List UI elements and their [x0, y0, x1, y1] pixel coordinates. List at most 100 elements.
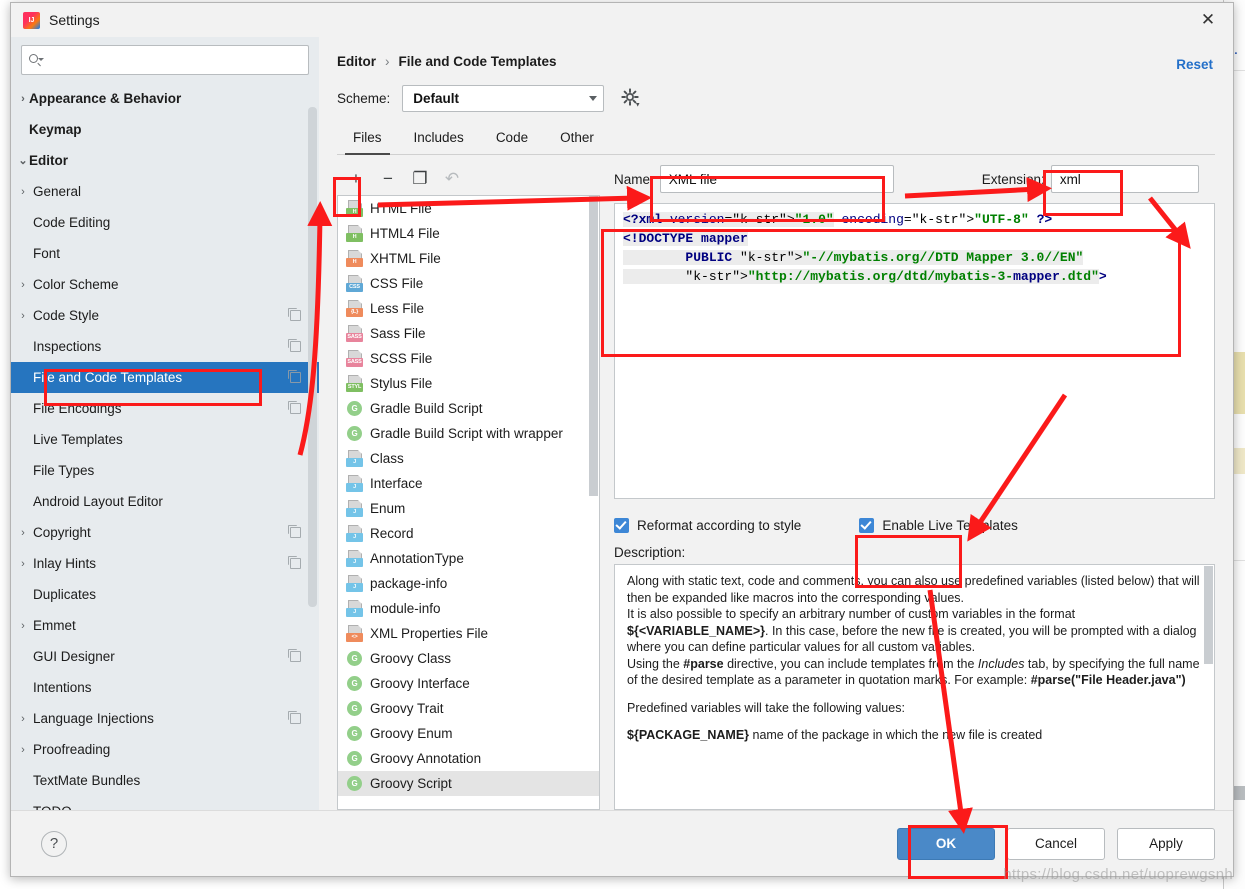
copy-settings-icon[interactable]: [288, 308, 301, 321]
sidebar-item-emmet[interactable]: › Emmet: [11, 610, 319, 641]
list-item[interactable]: H XHTML File: [338, 246, 599, 271]
scheme-dropdown[interactable]: Default: [402, 84, 605, 112]
search-input[interactable]: [47, 51, 301, 69]
tab-code[interactable]: Code: [480, 130, 544, 154]
chevron-down-icon[interactable]: ⌄: [17, 154, 29, 167]
sidebar-item-live-templates[interactable]: Live Templates: [11, 424, 319, 455]
sidebar-item-inlay-hints[interactable]: › Inlay Hints: [11, 548, 319, 579]
sidebar-item-intentions[interactable]: Intentions: [11, 672, 319, 703]
chevron-right-icon[interactable]: ›: [17, 310, 29, 322]
sidebar-item-android-layout-editor[interactable]: Android Layout Editor: [11, 486, 319, 517]
list-item[interactable]: H HTML4 File: [338, 221, 599, 246]
list-item[interactable]: H HTML File: [338, 196, 599, 221]
tab-includes[interactable]: Includes: [398, 130, 480, 154]
chevron-right-icon[interactable]: ›: [17, 527, 29, 539]
chevron-right-icon[interactable]: ›: [17, 620, 29, 632]
list-item[interactable]: G Gradle Build Script: [338, 396, 599, 421]
settings-tree[interactable]: › Appearance & Behavior Keymap ⌄ Editor › Gene…: [11, 81, 319, 810]
template-code-editor[interactable]: <?xml version="k-str">"1.0" encoding="k-…: [614, 203, 1215, 499]
sidebar-item-appearance-behavior[interactable]: › Appearance & Behavior: [11, 83, 319, 114]
list-item[interactable]: Jpackage-info: [338, 571, 599, 596]
name-label: Name:: [614, 171, 654, 187]
tab-files[interactable]: Files: [337, 130, 398, 155]
list-item[interactable]: J Interface: [338, 471, 599, 496]
chevron-right-icon[interactable]: ›: [17, 93, 29, 105]
sidebar-item-file-encodings[interactable]: File Encodings: [11, 393, 319, 424]
list-item[interactable]: G Groovy Interface: [338, 671, 599, 696]
sidebar-item-editor[interactable]: ⌄ Editor: [11, 145, 319, 176]
list-item[interactable]: G Groovy Trait: [338, 696, 599, 721]
chevron-right-icon[interactable]: ›: [17, 186, 29, 198]
list-item[interactable]: G Groovy Enum: [338, 721, 599, 746]
close-icon[interactable]: ✕: [1193, 7, 1223, 33]
sidebar-item-language-injections[interactable]: › Language Injections: [11, 703, 319, 734]
copy-settings-icon[interactable]: [288, 401, 301, 414]
list-item[interactable]: <> XML Properties File: [338, 621, 599, 646]
template-extension-input[interactable]: [1050, 165, 1199, 193]
sidebar-item-label: Live Templates: [33, 432, 123, 447]
copy-settings-icon[interactable]: [288, 649, 301, 662]
template-list[interactable]: H HTML File H HTML4 File H XHTML File CSS CSS F…: [337, 195, 600, 810]
list-item[interactable]: {L} Less File: [338, 296, 599, 321]
sidebar-item-label: Color Scheme: [33, 277, 119, 292]
sidebar-item-gui-designer[interactable]: GUI Designer: [11, 641, 319, 672]
sidebar-item-textmate-bundles[interactable]: TextMate Bundles: [11, 765, 319, 796]
undo-icon[interactable]: ↶: [437, 165, 467, 193]
cancel-button[interactable]: Cancel: [1007, 827, 1105, 860]
tab-other[interactable]: Other: [544, 130, 610, 154]
help-icon[interactable]: ?: [41, 830, 67, 857]
apply-button[interactable]: Apply: [1117, 827, 1215, 860]
list-item[interactable]: J Class: [338, 446, 599, 471]
sidebar-item-color-scheme[interactable]: › Color Scheme: [11, 269, 319, 300]
plus-icon[interactable]: +: [341, 165, 371, 193]
sidebar-item-code-editing[interactable]: Code Editing: [11, 207, 319, 238]
sidebar-item-file-and-code-templates[interactable]: File and Code Templates: [11, 362, 319, 393]
copy-settings-icon[interactable]: [288, 711, 301, 724]
ok-button[interactable]: OK: [897, 827, 995, 860]
list-item[interactable]: J AnnotationType: [338, 546, 599, 571]
chevron-right-icon[interactable]: ›: [17, 558, 29, 570]
reformat-checkbox[interactable]: Reformat according to style: [614, 517, 801, 533]
description-scrollbar[interactable]: [1204, 566, 1213, 664]
list-item[interactable]: Jmodule-info: [338, 596, 599, 621]
sidebar-item-duplicates[interactable]: Duplicates: [11, 579, 319, 610]
sidebar-item-inspections[interactable]: Inspections: [11, 331, 319, 362]
copy-settings-icon[interactable]: [288, 339, 301, 352]
template-name-input[interactable]: [659, 165, 894, 193]
list-item[interactable]: CSS CSS File: [338, 271, 599, 296]
list-toolbar[interactable]: + − ❐ ↶: [337, 163, 600, 195]
search-box[interactable]: [21, 45, 309, 75]
list-item[interactable]: G Gradle Build Script with wrapper: [338, 421, 599, 446]
sidebar-item-font[interactable]: Font: [11, 238, 319, 269]
chevron-right-icon[interactable]: ›: [17, 744, 29, 756]
copy-icon[interactable]: ❐: [405, 165, 435, 193]
list-item[interactable]: J Enum: [338, 496, 599, 521]
copy-settings-icon[interactable]: [288, 370, 301, 383]
template-tabs[interactable]: Files Includes Code Other: [337, 119, 1215, 155]
list-item[interactable]: SASS Sass File: [338, 321, 599, 346]
list-item[interactable]: G Groovy Annotation: [338, 746, 599, 771]
list-item[interactable]: G Groovy Class: [338, 646, 599, 671]
list-item[interactable]: J Record: [338, 521, 599, 546]
copy-settings-icon[interactable]: [288, 525, 301, 538]
enable-live-templates-checkbox[interactable]: Enable Live Templates: [859, 517, 1018, 533]
sidebar-item-proofreading[interactable]: › Proofreading: [11, 734, 319, 765]
list-item[interactable]: SASS SCSS File: [338, 346, 599, 371]
sidebar-item-general[interactable]: › General: [11, 176, 319, 207]
list-item[interactable]: G Groovy Script: [338, 771, 599, 796]
sidebar-scrollbar[interactable]: [308, 107, 317, 607]
reset-link[interactable]: Reset: [1176, 57, 1213, 72]
chevron-right-icon[interactable]: ›: [17, 279, 29, 291]
gear-icon[interactable]: [620, 87, 642, 109]
chevron-right-icon[interactable]: ›: [17, 713, 29, 725]
list-item[interactable]: STYL Stylus File: [338, 371, 599, 396]
template-list-scrollbar[interactable]: [589, 196, 598, 496]
sidebar-item-file-types[interactable]: File Types: [11, 455, 319, 486]
copy-settings-icon[interactable]: [288, 556, 301, 569]
breadcrumb-parent[interactable]: Editor: [337, 54, 376, 69]
minus-icon[interactable]: −: [373, 165, 403, 193]
sidebar-item-todo[interactable]: TODO: [11, 796, 319, 810]
sidebar-item-code-style[interactable]: › Code Style: [11, 300, 319, 331]
sidebar-item-copyright[interactable]: › Copyright: [11, 517, 319, 548]
sidebar-item-keymap[interactable]: Keymap: [11, 114, 319, 145]
